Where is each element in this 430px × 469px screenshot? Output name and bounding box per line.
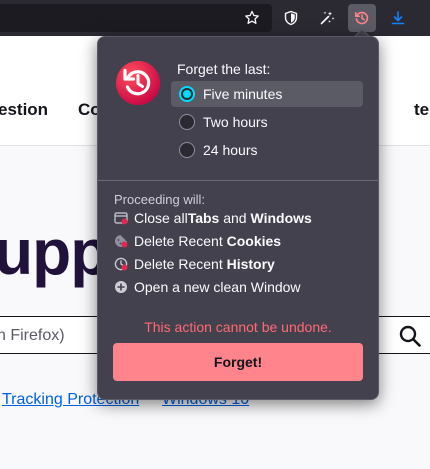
nav-item-te[interactable]: te	[414, 100, 429, 120]
history-delete-icon	[114, 257, 128, 271]
action-text: and	[219, 210, 251, 226]
option-two-hours[interactable]: Two hours	[171, 109, 363, 135]
action-open-window: Open a new clean Window	[114, 278, 301, 296]
action-bold: Tabs	[187, 210, 220, 226]
action-text: Delete Recent	[134, 256, 227, 272]
action-bold: History	[226, 256, 275, 272]
shield-icon[interactable]	[277, 4, 305, 32]
forget-panel: Forget the last: Five minutes Two hours …	[97, 36, 379, 400]
action-delete-cookies: Delete Recent Cookies	[114, 232, 281, 250]
search-icon[interactable]	[398, 324, 422, 348]
plus-circle-icon	[115, 281, 127, 293]
option-24-hours[interactable]: 24 hours	[171, 137, 363, 163]
action-text: Close all	[134, 210, 188, 226]
tabs-close-icon	[114, 212, 128, 225]
search-placeholder: n Firefox)	[0, 327, 65, 344]
forget-logo-icon	[116, 61, 160, 105]
action-bold: Cookies	[226, 233, 282, 249]
option-label: Two hours	[203, 114, 268, 130]
page-title: upp	[0, 216, 109, 288]
forget-heading: Forget the last:	[177, 61, 271, 77]
magic-wand-icon[interactable]	[313, 4, 341, 32]
radio-five-minutes[interactable]	[179, 86, 195, 102]
radio-24-hours[interactable]	[179, 142, 195, 158]
divider	[98, 180, 378, 181]
action-close-tabs: Close all Tabs and Windows	[114, 209, 312, 227]
action-text: Open a new clean Window	[134, 279, 301, 295]
forget-button[interactable]: Forget!	[113, 343, 363, 381]
bookmark-star-icon[interactable]	[238, 4, 266, 32]
radio-two-hours[interactable]	[179, 114, 195, 130]
option-five-minutes[interactable]: Five minutes	[171, 81, 363, 107]
action-bold: Windows	[250, 210, 312, 226]
nav-item-question[interactable]: estion	[0, 100, 48, 120]
proceeding-heading: Proceeding will:	[114, 192, 206, 207]
browser-toolbar	[0, 0, 430, 36]
action-text: Delete Recent	[134, 233, 227, 249]
download-icon[interactable]	[384, 4, 412, 32]
option-label: Five minutes	[203, 86, 283, 102]
option-label: 24 hours	[203, 142, 258, 158]
url-bar[interactable]	[0, 4, 272, 32]
action-delete-history: Delete Recent History	[114, 255, 275, 273]
cookie-delete-icon	[115, 235, 128, 248]
warning-text: This action cannot be undone.	[144, 319, 332, 335]
